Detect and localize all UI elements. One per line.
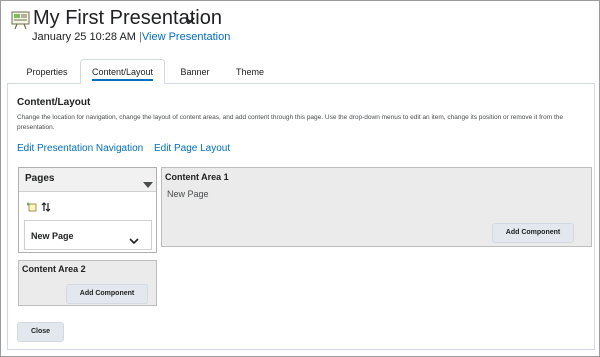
tab-bar: Properties Content/Layout Banner Theme (1, 59, 600, 84)
subtitle-line: January 25 10:28 AM |View Presentation (32, 31, 230, 43)
tab-content-layout[interactable]: Content/Layout (80, 59, 165, 84)
content-area-1-add-component-button[interactable]: Add Component (492, 223, 574, 243)
content-area-1: Content Area 1 New Page Add Component (161, 167, 592, 247)
presentation-icon (11, 10, 31, 30)
content-layout-panel: Content/Layout Change the location for n… (7, 84, 595, 350)
content-area-2: Content Area 2 Add Component (18, 260, 157, 306)
window-frame: My First Presentation January 25 10:28 A… (0, 0, 600, 357)
add-page-icon[interactable] (26, 199, 37, 212)
tab-content-layout-label: Content/Layout (91, 67, 154, 81)
section-description: Change the location for navigation, chan… (17, 114, 563, 131)
close-button[interactable]: Close (17, 322, 64, 342)
page-list-item-label: New Page (31, 231, 74, 241)
page-header: My First Presentation January 25 10:28 A… (9, 7, 569, 57)
view-presentation-link[interactable]: View Presentation (142, 31, 230, 43)
title-chevron-down-icon[interactable] (183, 13, 197, 27)
content-area-1-title: Content Area 1 (165, 172, 229, 182)
content-area-2-add-component-button[interactable]: Add Component (66, 284, 148, 304)
pages-panel-header[interactable]: Pages (19, 168, 156, 192)
edit-presentation-navigation-link[interactable]: Edit Presentation Navigation (17, 143, 143, 154)
edit-page-layout-link[interactable]: Edit Page Layout (154, 143, 230, 154)
pages-panel: Pages New Page (18, 167, 157, 253)
tab-theme[interactable]: Theme (229, 60, 271, 84)
tab-properties[interactable]: Properties (17, 60, 77, 84)
content-area-2-title: Content Area 2 (22, 264, 86, 274)
section-heading: Content/Layout (17, 97, 91, 108)
page-item-chevron-down-icon[interactable] (129, 232, 139, 245)
pages-panel-title: Pages (25, 173, 55, 184)
pages-caret-down-icon[interactable] (143, 176, 153, 188)
tab-banner[interactable]: Banner (171, 60, 219, 84)
presentation-date: January 25 10:28 AM (32, 31, 136, 43)
page-list-item[interactable]: New Page (24, 220, 152, 250)
reorder-icon[interactable] (41, 199, 51, 212)
edit-links: Edit Presentation Navigation Edit Page L… (17, 143, 238, 154)
content-area-1-page-label: New Page (167, 189, 209, 199)
